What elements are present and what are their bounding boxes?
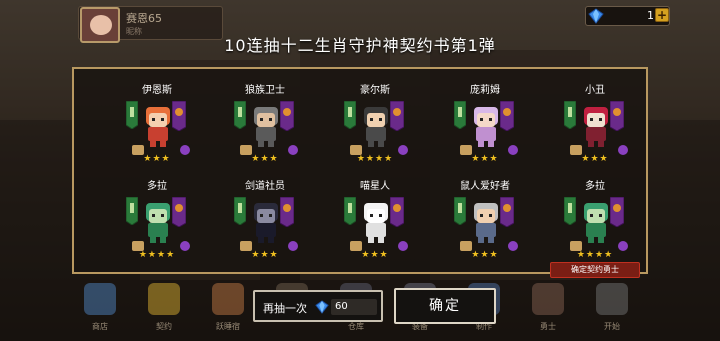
character-sprite [584,203,608,243]
guardian-banner-icon [126,101,138,129]
guardian-banner-icon [344,197,356,225]
gem-count: 1 [647,9,654,22]
guardian-banner-icon [564,197,576,225]
nav-label: 仓库 [348,322,364,331]
character-card[interactable]: 多拉 ★★★★ [102,177,212,277]
nav-label: 契约 [156,322,172,331]
character-card[interactable]: 庞莉姆 ★★★ [430,81,540,181]
character-sprite [364,203,388,243]
star-rating: ★★★ [471,154,499,164]
nav-icon [84,283,116,315]
star-rating: ★★★★ [356,154,394,164]
nav-icon [212,283,244,315]
confirm-contract-tag: 确定契约勇士 [550,262,640,278]
guardian-banner-icon [454,101,466,129]
nav-item[interactable]: 商店 [72,275,128,341]
character-name: 豪尔斯 [360,85,390,96]
diamond-gem-icon [588,8,604,24]
nav-icon [532,283,564,315]
guardian-banner-icon [454,197,466,225]
character-card[interactable]: 剑道社员 ★★★ [210,177,320,277]
nav-item[interactable]: 勇士 [520,275,576,341]
character-name: 鼠人爱好者 [460,181,510,192]
star-rating: ★★★ [361,250,389,260]
character-sprite [254,203,278,243]
guardian-banner-icon [564,101,576,129]
character-sprite [584,107,608,147]
nav-label: 跃睡宿 [216,322,240,331]
summon-again-button[interactable]: 再抽一次 60 [253,290,383,322]
nav-item[interactable]: 开始 [584,275,640,341]
nav-icon [596,283,628,315]
summon-cost: 60 [335,301,348,312]
character-name: 小丑 [585,85,605,96]
character-name: 喵星人 [360,181,390,192]
add-gems-button[interactable]: + [655,8,669,22]
character-sprite [146,107,170,147]
character-sprite [146,203,170,243]
star-rating: ★★★★ [138,250,176,260]
summon-result-panel: 伊恩斯 ★★★ 狼族卫士 ★★★ 豪尔斯 ★★★★ 庞莉姆 ★★★ 小丑 ★★★ 多拉 ★★★★ 剑道社… [72,67,648,274]
nav-label: 商店 [92,322,108,331]
guardian-banner-icon [126,197,138,225]
character-card[interactable]: 小丑 ★★★ [540,81,650,181]
summon-again-label: 再抽一次 [263,302,307,315]
star-rating: ★★★ [143,154,171,164]
star-rating: ★★★★ [576,250,614,260]
character-card[interactable]: 豪尔斯 ★★★★ [320,81,430,181]
character-sprite [254,107,278,147]
nav-icon [148,283,180,315]
nav-label: 勇士 [540,322,556,331]
star-rating: ★★★ [251,250,279,260]
player-name: 赛恩65 [126,12,162,25]
character-card[interactable]: 伊恩斯 ★★★ [102,81,212,181]
character-name: 庞莉姆 [470,85,500,96]
character-sprite [364,107,388,147]
character-card[interactable]: 喵星人 ★★★ [320,177,430,277]
character-card[interactable]: 鼠人爱好者 ★★★ [430,177,540,277]
character-name: 多拉 [585,181,605,192]
character-name: 伊恩斯 [142,85,172,96]
star-rating: ★★★ [251,154,279,164]
diamond-gem-icon [315,300,329,314]
guardian-banner-icon [234,101,246,129]
star-rating: ★★★ [581,154,609,164]
star-rating: ★★★ [471,250,499,260]
character-card[interactable]: 狼族卫士 ★★★ [210,81,320,181]
confirm-button[interactable]: 确定 [394,288,496,324]
character-name: 狼族卫士 [245,85,285,96]
nav-label: 开始 [604,322,620,331]
guardian-banner-icon [344,101,356,129]
nav-item[interactable]: 契约 [136,275,192,341]
character-sprite [474,107,498,147]
nav-item[interactable]: 跃睡宿 [200,275,256,341]
character-name: 多拉 [147,181,167,192]
guardian-banner-icon [234,197,246,225]
character-name: 剑道社员 [245,181,285,192]
character-sprite [474,203,498,243]
page-title: 10连抽十二生肖守护神契约书第1弹 [224,36,496,55]
